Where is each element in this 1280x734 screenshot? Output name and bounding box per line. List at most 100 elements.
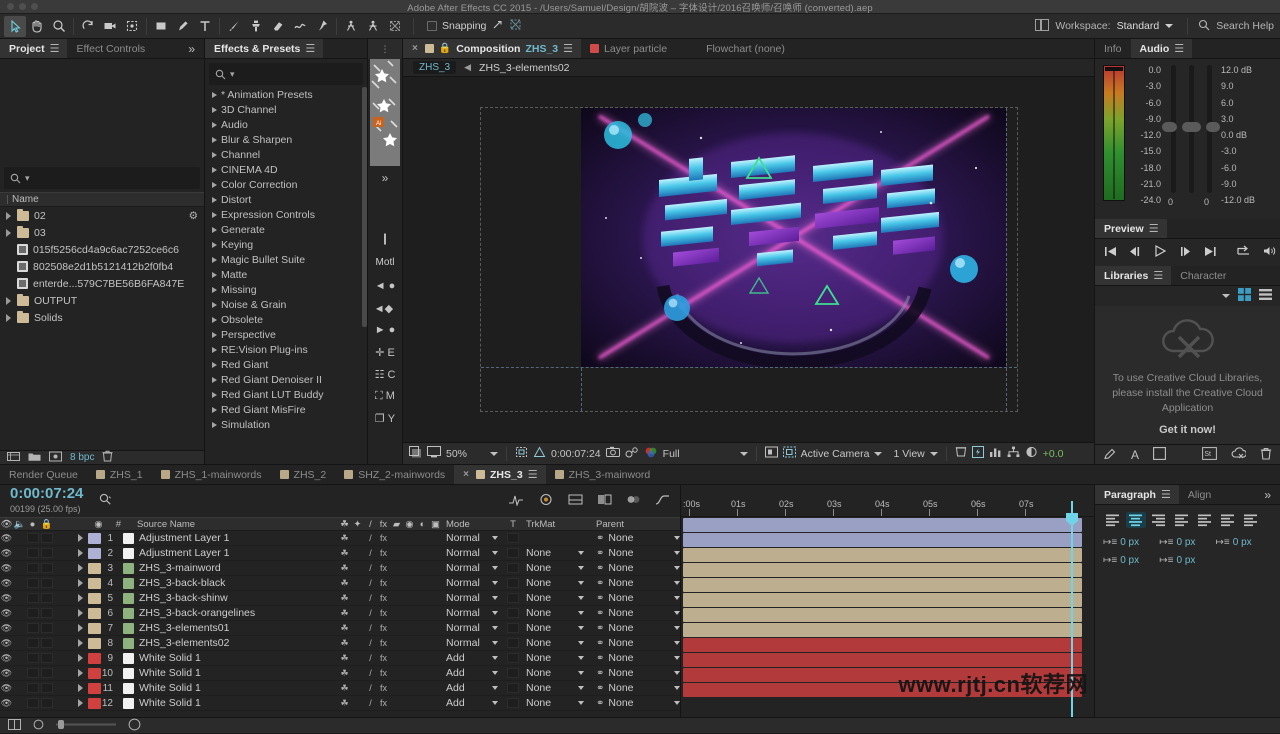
layer-shy-icon[interactable]: ☘ — [338, 683, 351, 694]
project-item[interactable]: enterde...579C7BE56B6FA847E — [0, 275, 204, 292]
timeline-tab-render-queue[interactable]: Render Queue — [0, 465, 87, 484]
timeline-tab-zhs-3[interactable]: ×ZHS_3☰ — [454, 465, 545, 484]
timeline-layer-row[interactable]: 👁11White Solid 1☘/fxAddNone⚭None — [0, 681, 680, 696]
layer-lock-cell[interactable] — [41, 578, 53, 588]
layer-label-color[interactable] — [88, 653, 101, 664]
project-item[interactable]: 03 — [0, 224, 204, 241]
stock-icon[interactable]: St — [1202, 447, 1217, 463]
effect-category-row[interactable]: Simulation — [205, 417, 367, 432]
parent-pickwhip-icon[interactable]: ⚭ — [596, 668, 604, 679]
rectangle-shape-tool-icon[interactable] — [150, 16, 172, 37]
effect-category-row[interactable]: Missing — [205, 282, 367, 297]
effect-category-row[interactable]: Color Correction — [205, 177, 367, 192]
layer-trkmat-dropdown[interactable]: None — [522, 607, 590, 619]
play-icon[interactable] — [1154, 245, 1167, 260]
expand-triangle-icon[interactable] — [6, 314, 11, 322]
effect-category-row[interactable]: Distort — [205, 192, 367, 207]
eyedropper-icon[interactable] — [1103, 447, 1117, 463]
effect-category-row[interactable]: Blur & Sharpen — [205, 132, 367, 147]
workspace-value[interactable]: Standard — [1117, 20, 1160, 32]
zoom-tool-icon[interactable] — [48, 16, 70, 37]
layer-trkmat-dropdown[interactable]: None — [522, 547, 590, 559]
layer-duration-bar[interactable] — [683, 608, 1082, 622]
layer-visibility-icon[interactable]: 👁 — [0, 683, 13, 694]
timeline-tab-shz-2-mainwords[interactable]: SHZ_2-mainwords — [335, 465, 454, 484]
layer-label-color[interactable] — [88, 563, 101, 574]
previous-frame-icon[interactable] — [1129, 246, 1142, 260]
layer-source-name[interactable]: White Solid 1 — [139, 682, 338, 694]
list-view-icon[interactable] — [1259, 288, 1272, 304]
layer-solo-cell[interactable] — [27, 638, 39, 648]
delete-library-icon[interactable] — [1260, 447, 1272, 463]
layer-expand-triangle-icon[interactable] — [78, 699, 83, 707]
camera-tool-icon[interactable] — [99, 16, 121, 37]
workspace-chevron-down-icon[interactable] — [1165, 24, 1173, 28]
timeline-graph-icon[interactable] — [989, 446, 1002, 461]
text-style-icon[interactable]: A — [1131, 448, 1139, 462]
layer-quality-icon[interactable]: / — [364, 623, 377, 633]
live-update-icon[interactable] — [508, 494, 524, 509]
project-hierarchy-icon[interactable]: ⚙ — [189, 210, 204, 222]
timeline-zoom-slider[interactable] — [56, 720, 116, 732]
timeline-tab-zhs-1[interactable]: ZHS_1 — [87, 465, 152, 484]
audio-level-sliders[interactable]: 0 0 — [1171, 65, 1212, 219]
timeline-search-icon[interactable] — [99, 493, 112, 509]
panel-menu-icon[interactable]: ☰ — [50, 42, 59, 55]
paragraph-overflow-icon[interactable]: » — [1255, 485, 1280, 504]
graph-editor-icon[interactable] — [655, 493, 670, 509]
layer-quality-icon[interactable]: / — [364, 563, 377, 573]
effect-category-row[interactable]: Keying — [205, 237, 367, 252]
layer-duration-bar[interactable] — [683, 518, 1082, 532]
layer-fx-icon[interactable]: fx — [377, 578, 390, 588]
layer-quality-icon[interactable]: / — [364, 638, 377, 648]
zoom-level-value[interactable]: 50% — [446, 448, 467, 460]
layer-parent-dropdown[interactable]: ⚭None — [590, 547, 680, 559]
indent-left-value[interactable]: 0 px — [1120, 537, 1139, 548]
layer-visibility-icon[interactable]: 👁 — [0, 698, 13, 709]
paragraph-fields[interactable]: ↦≡0 px↦≡0 px↦≡0 px↦≡0 px↦≡0 px — [1103, 537, 1272, 573]
layer-visibility-icon[interactable]: 👁 — [0, 548, 13, 559]
effect-category-row[interactable]: Matte — [205, 267, 367, 282]
breadcrumb-comp[interactable]: ZHS_3 — [413, 61, 456, 74]
hand-tool-icon[interactable] — [26, 16, 48, 37]
space-after-value[interactable]: 0 px — [1176, 555, 1195, 566]
layer-shy-icon[interactable]: ☘ — [338, 578, 351, 589]
tab-preview[interactable]: Preview ☰ — [1095, 219, 1167, 238]
layer-source-name[interactable]: ZHS_3-elements02 — [139, 637, 338, 649]
maximize-window-button[interactable] — [31, 3, 38, 10]
expand-triangle-icon[interactable] — [212, 137, 217, 143]
brush-tool-icon[interactable] — [223, 16, 245, 37]
always-preview-icon[interactable] — [409, 446, 422, 461]
layer-expand-triangle-icon[interactable] — [78, 639, 83, 647]
main-viewer-icon[interactable] — [427, 446, 441, 461]
layer-expand-triangle-icon[interactable] — [78, 684, 83, 692]
layer-mode-dropdown[interactable]: Add — [442, 697, 504, 709]
space-before-value[interactable]: 0 px — [1176, 537, 1195, 548]
effect-category-row[interactable]: * Animation Presets — [205, 87, 367, 102]
effect-category-row[interactable]: Audio — [205, 117, 367, 132]
justify-last-center-icon[interactable] — [1195, 512, 1215, 528]
effect-category-row[interactable]: Perspective — [205, 327, 367, 342]
align-center-icon[interactable] — [1126, 512, 1146, 528]
comp-flowchart-icon[interactable] — [1007, 446, 1020, 461]
eraser-tool-icon[interactable] — [267, 16, 289, 37]
layer-trkmat-dropdown[interactable]: None — [522, 622, 590, 634]
camera-chevron-down-icon[interactable] — [874, 452, 882, 456]
timeline-layer-row[interactable]: 👁12White Solid 1☘/fxAddNone⚭None — [0, 696, 680, 711]
take-snapshot-icon[interactable] — [606, 446, 620, 461]
timeline-tab-zhs-2[interactable]: ZHS_2 — [271, 465, 336, 484]
layer-source-name[interactable]: White Solid 1 — [139, 652, 338, 664]
layer-t-cell[interactable] — [504, 593, 522, 603]
pixel-aspect-icon[interactable] — [955, 446, 967, 461]
layer-shy-icon[interactable]: ☘ — [338, 698, 351, 709]
project-item[interactable]: 015f5256cd4a9c6ac7252ce6c6 — [0, 241, 204, 258]
puppet-overlap-tool-icon[interactable] — [340, 16, 362, 37]
expand-triangle-icon[interactable] — [212, 212, 217, 218]
panel-menu-icon[interactable]: ☰ — [305, 42, 314, 55]
expand-triangle-icon[interactable] — [212, 197, 217, 203]
layer-visibility-icon[interactable]: 👁 — [0, 653, 13, 664]
layer-parent-dropdown[interactable]: ⚭None — [590, 562, 680, 574]
first-frame-icon[interactable] — [1104, 246, 1117, 260]
effect-category-row[interactable]: RE:Vision Plug-ins — [205, 342, 367, 357]
tab-info[interactable]: Info — [1095, 39, 1131, 58]
